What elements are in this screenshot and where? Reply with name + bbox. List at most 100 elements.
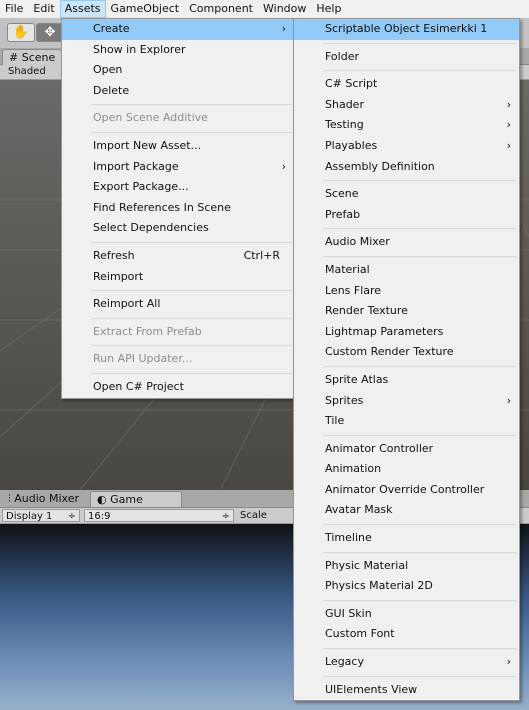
menubar-item-edit[interactable]: Edit xyxy=(28,0,59,18)
menu-separator xyxy=(323,228,517,230)
menu-separator xyxy=(323,70,517,72)
create-item-testing[interactable]: Testing › xyxy=(294,115,519,136)
menu-item-reimport[interactable]: Reimport xyxy=(62,267,294,288)
menu-item-label: Playables xyxy=(325,138,378,152)
submenu-arrow-icon: › xyxy=(506,655,511,669)
menu-item-find-references-in-scene[interactable]: Find References In Scene xyxy=(62,198,294,219)
create-submenu: Scriptable Object Esimerkki 1 Folder C# Sc… xyxy=(293,18,520,702)
tab-scene[interactable]: # Scene xyxy=(2,49,63,65)
menu-separator xyxy=(323,599,517,601)
menubar-item-help[interactable]: Help xyxy=(311,0,346,18)
menu-separator xyxy=(323,551,517,553)
menu-item-label: Import New Asset... xyxy=(93,138,202,152)
tab-game-label: Game xyxy=(110,493,143,506)
create-item-material[interactable]: Material xyxy=(294,260,519,281)
scene-grid-icon: # xyxy=(9,51,19,64)
menu-item-label: Show in Explorer xyxy=(93,42,186,56)
hand-tool-icon[interactable]: ✋ xyxy=(7,23,35,42)
move-tool-icon[interactable]: ✥ xyxy=(36,23,64,42)
menu-item-label: Reimport xyxy=(93,269,144,283)
menu-separator xyxy=(323,648,517,650)
create-item-avatar-mask[interactable]: Avatar Mask xyxy=(294,500,519,521)
submenu-arrow-icon: › xyxy=(281,159,286,173)
menu-separator xyxy=(323,255,517,257)
create-item-playables[interactable]: Playables › xyxy=(294,136,519,157)
menu-item-label: Lightmap Parameters xyxy=(325,324,444,338)
create-item-physics-material-2d[interactable]: Physics Material 2D xyxy=(294,576,519,597)
menubar-item-component[interactable]: Component xyxy=(184,0,258,18)
create-item-timeline[interactable]: Timeline xyxy=(294,528,519,549)
menu-item-label: Animator Controller xyxy=(325,441,434,455)
create-item-prefab[interactable]: Prefab xyxy=(294,205,519,226)
menu-item-select-dependencies[interactable]: Select Dependencies xyxy=(62,218,294,239)
create-item-folder[interactable]: Folder xyxy=(294,47,519,68)
menu-item-refresh[interactable]: Refresh Ctrl+R xyxy=(62,246,294,267)
create-item-assembly-definition[interactable]: Assembly Definition xyxy=(294,157,519,178)
submenu-arrow-icon: › xyxy=(506,97,511,111)
menu-item-create[interactable]: Create › xyxy=(62,19,294,40)
menu-item-label: Shader xyxy=(325,97,364,111)
menu-item-label: Audio Mixer xyxy=(325,235,390,249)
create-item-scriptable-object-esimerkki-1[interactable]: Scriptable Object Esimerkki 1 xyxy=(294,19,519,40)
create-item-animation[interactable]: Animation xyxy=(294,459,519,480)
menu-separator xyxy=(323,434,517,436)
menu-item-open[interactable]: Open xyxy=(62,60,294,81)
menubar-item-gameobject[interactable]: GameObject xyxy=(106,0,185,18)
menu-separator xyxy=(323,180,517,182)
menu-item-open-c-project[interactable]: Open C# Project xyxy=(62,377,294,398)
menu-item-label: Assembly Definition xyxy=(325,159,435,173)
menu-item-label: Open C# Project xyxy=(93,379,184,393)
create-item-animator-override-controller[interactable]: Animator Override Controller xyxy=(294,480,519,501)
create-item-audio-mixer[interactable]: Audio Mixer xyxy=(294,232,519,253)
menu-item-label: Reimport All xyxy=(93,297,161,311)
create-item-scene[interactable]: Scene xyxy=(294,184,519,205)
menu-item-label: Prefab xyxy=(325,207,361,221)
menu-item-label: Import Package xyxy=(93,159,179,173)
create-item-gui-skin[interactable]: GUI Skin xyxy=(294,604,519,625)
create-item-lens-flare[interactable]: Lens Flare xyxy=(294,281,519,302)
tab-audio-mixer[interactable]: ⫶ Audio Mixer xyxy=(2,491,85,507)
menu-item-export-package[interactable]: Export Package... xyxy=(62,177,294,198)
menubar-item-file[interactable]: File xyxy=(0,0,28,18)
create-item-custom-font[interactable]: Custom Font xyxy=(294,624,519,645)
menu-item-delete[interactable]: Delete xyxy=(62,81,294,102)
menu-separator xyxy=(91,290,292,292)
aspect-label: 16:9 xyxy=(88,511,111,522)
create-item-uielements-view[interactable]: UIElements View xyxy=(294,680,519,701)
menu-item-open-scene-additive: Open Scene Additive xyxy=(62,108,294,129)
create-item-legacy[interactable]: Legacy › xyxy=(294,652,519,673)
menu-separator xyxy=(91,131,292,133)
create-item-lightmap-parameters[interactable]: Lightmap Parameters xyxy=(294,322,519,343)
create-item-physic-material[interactable]: Physic Material xyxy=(294,556,519,577)
create-item-c-script[interactable]: C# Script xyxy=(294,74,519,95)
menu-separator xyxy=(323,42,517,44)
menu-item-label: Find References In Scene xyxy=(93,200,231,214)
menu-separator xyxy=(91,372,292,374)
menu-item-label: Select Dependencies xyxy=(93,221,209,235)
create-item-custom-render-texture[interactable]: Custom Render Texture xyxy=(294,342,519,363)
menu-item-import-new-asset[interactable]: Import New Asset... xyxy=(62,136,294,157)
create-item-shader[interactable]: Shader › xyxy=(294,95,519,116)
menu-separator xyxy=(91,317,292,319)
menu-item-show-in-explorer[interactable]: Show in Explorer xyxy=(62,40,294,61)
tab-game[interactable]: ◐ Game xyxy=(90,491,182,507)
menu-item-import-package[interactable]: Import Package › xyxy=(62,157,294,178)
menu-item-reimport-all[interactable]: Reimport All xyxy=(62,294,294,315)
menu-item-label: Custom Font xyxy=(325,627,395,641)
menubar-item-window[interactable]: Window xyxy=(258,0,311,18)
menu-item-label: Folder xyxy=(325,49,359,63)
menubar-item-assets[interactable]: Assets xyxy=(59,0,106,18)
audio-mixer-icon: ⫶ xyxy=(8,492,11,505)
create-item-render-texture[interactable]: Render Texture xyxy=(294,301,519,322)
menu-item-label: Extract From Prefab xyxy=(93,324,202,338)
menu-item-shortcut: Ctrl+R xyxy=(243,248,280,262)
menu-item-label: Sprites xyxy=(325,393,364,407)
create-item-sprite-atlas[interactable]: Sprite Atlas xyxy=(294,370,519,391)
aspect-dropdown[interactable]: 16:9 ÷ xyxy=(84,509,234,522)
create-item-sprites[interactable]: Sprites › xyxy=(294,391,519,412)
create-item-animator-controller[interactable]: Animator Controller xyxy=(294,439,519,460)
shading-mode-dropdown[interactable]: Shaded xyxy=(8,66,46,77)
menu-item-label: Delete xyxy=(93,83,130,97)
display-dropdown[interactable]: Display 1 ÷ xyxy=(2,509,80,522)
create-item-tile[interactable]: Tile xyxy=(294,411,519,432)
